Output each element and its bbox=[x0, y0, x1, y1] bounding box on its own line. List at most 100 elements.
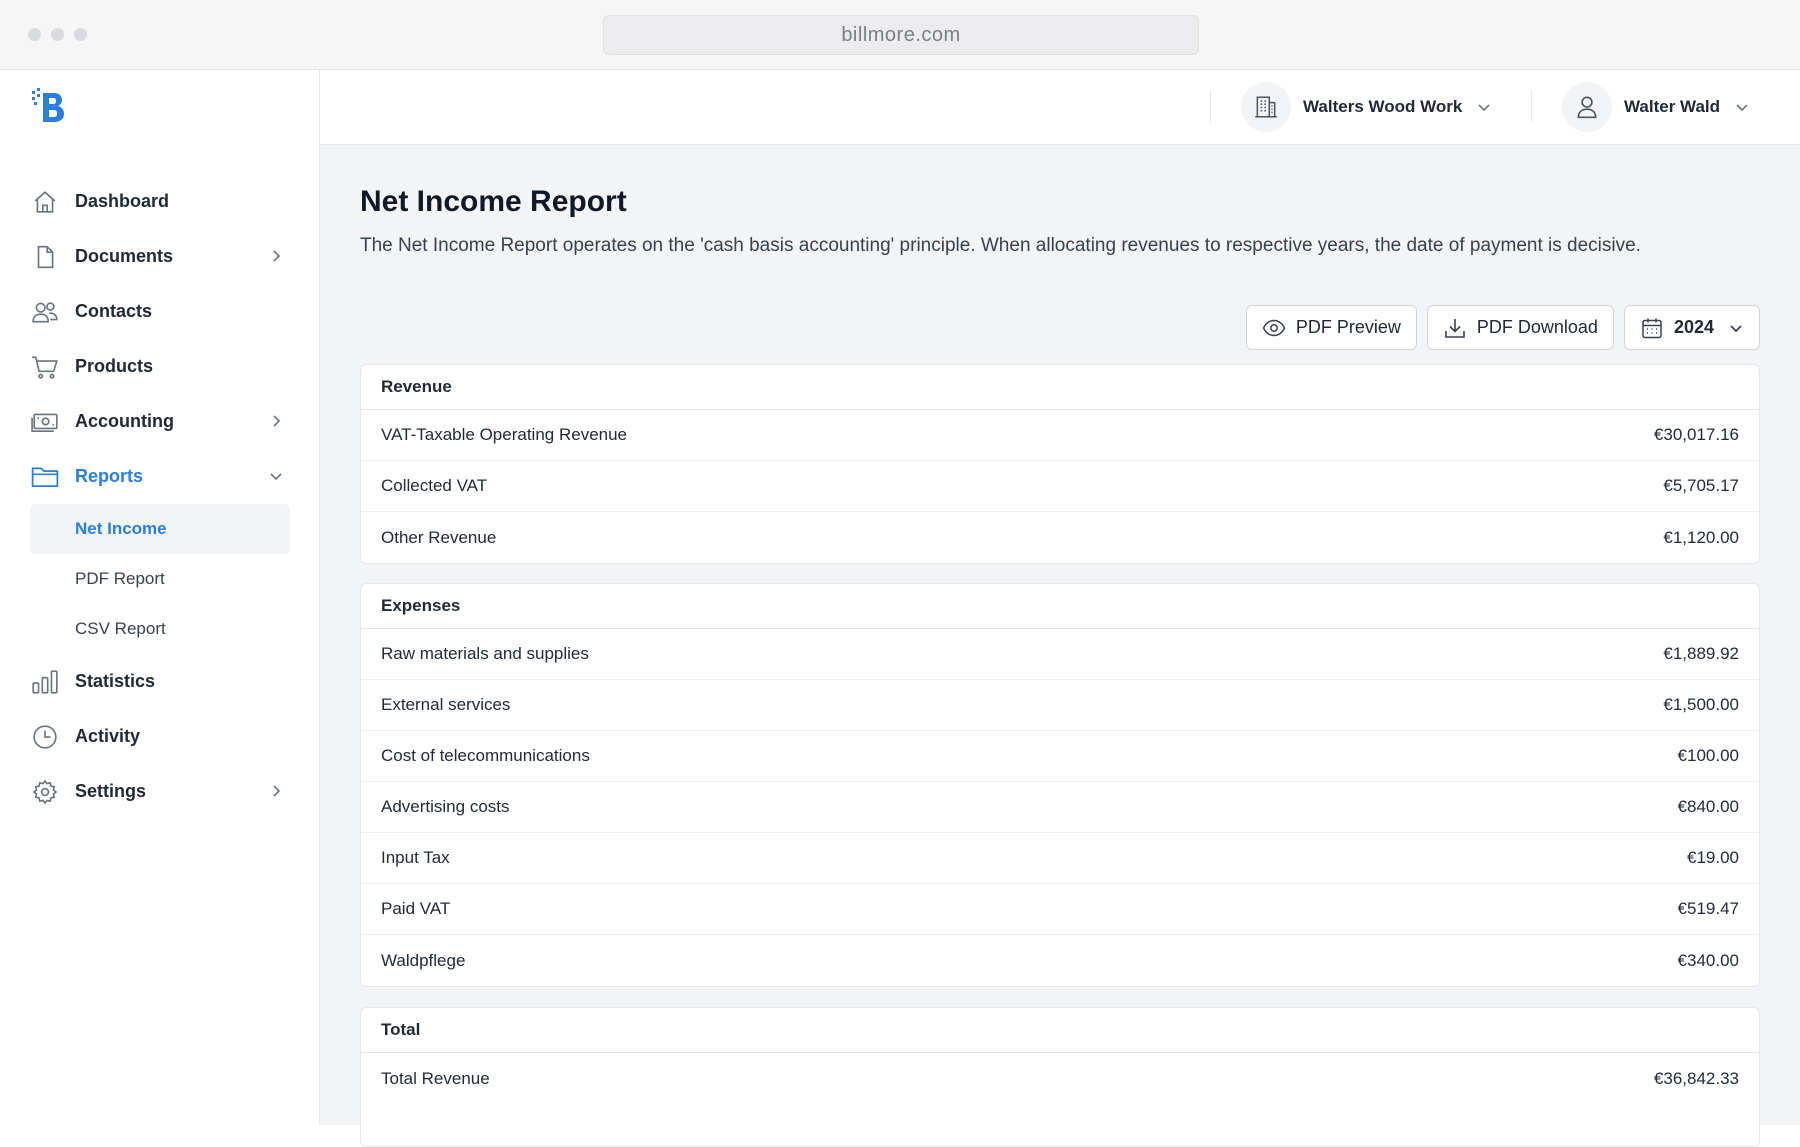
revenue-section: Revenue VAT-Taxable Operating Revenue €3… bbox=[360, 364, 1760, 564]
sidebar-item-documents[interactable]: Documents bbox=[30, 229, 290, 284]
minimize-window-dot[interactable] bbox=[51, 28, 64, 41]
pdf-preview-button[interactable]: PDF Preview bbox=[1245, 305, 1417, 350]
folder-icon bbox=[30, 462, 60, 492]
table-row: Raw materials and supplies €1,889.92 bbox=[361, 629, 1759, 680]
banknote-icon bbox=[30, 407, 60, 437]
sidebar-item-label: Accounting bbox=[75, 411, 174, 431]
user-menu[interactable]: Walter Wald bbox=[1562, 81, 1750, 133]
row-label: Waldpflege bbox=[381, 950, 466, 970]
table-row: VAT-Taxable Operating Revenue €30,017.16 bbox=[361, 410, 1759, 461]
page-title: Net Income Report bbox=[360, 185, 627, 218]
address-bar[interactable]: billmore.com bbox=[603, 15, 1199, 55]
section-heading: Total bbox=[361, 1008, 1759, 1053]
top-header: Walters Wood Work Walter Wald bbox=[320, 70, 1800, 145]
pdf-download-label: PDF Download bbox=[1476, 317, 1598, 337]
document-icon bbox=[30, 242, 60, 272]
users-icon bbox=[30, 297, 60, 327]
user-name: Walter Wald bbox=[1624, 97, 1721, 116]
sidebar-item-label: Dashboard bbox=[75, 191, 170, 211]
year-selector[interactable]: 2024 bbox=[1623, 305, 1760, 350]
window-controls bbox=[28, 28, 87, 41]
selected-year: 2024 bbox=[1673, 317, 1714, 337]
browser-chrome: billmore.com bbox=[0, 0, 1800, 70]
company-name: Walters Wood Work bbox=[1303, 97, 1463, 116]
row-amount: €19.00 bbox=[1687, 848, 1739, 867]
sidebar-item-activity[interactable]: Activity bbox=[30, 709, 290, 764]
row-amount: €36,842.33 bbox=[1653, 1068, 1739, 1088]
table-row: Advertising costs €840.00 bbox=[361, 782, 1759, 833]
gear-icon bbox=[30, 777, 60, 807]
row-amount: €1,889.92 bbox=[1663, 644, 1739, 663]
sidebar-item-settings[interactable]: Settings bbox=[30, 764, 290, 819]
sidebar-item-label: Contacts bbox=[75, 301, 153, 321]
page-description: The Net Income Report operates on the 'c… bbox=[360, 235, 1641, 256]
row-amount: €5,705.17 bbox=[1663, 476, 1739, 495]
row-amount: €1,500.00 bbox=[1663, 695, 1739, 714]
chevron-down-icon bbox=[1736, 104, 1748, 112]
sidebar: Dashboard Documents Contacts Products Ac… bbox=[0, 70, 320, 1125]
pdf-download-button[interactable]: PDF Download bbox=[1426, 305, 1614, 350]
header-divider bbox=[1210, 90, 1211, 122]
user-icon bbox=[1562, 82, 1612, 132]
sidebar-item-reports[interactable]: Reports bbox=[30, 449, 290, 504]
row-amount: €100.00 bbox=[1677, 746, 1739, 765]
sidebar-item-accounting[interactable]: Accounting bbox=[30, 394, 290, 449]
clock-icon bbox=[30, 722, 60, 752]
chevron-down-icon bbox=[1730, 324, 1742, 332]
sidebar-item-label: Activity bbox=[75, 726, 141, 746]
eye-icon bbox=[1262, 316, 1286, 340]
expenses-section: Expenses Raw materials and supplies €1,8… bbox=[360, 583, 1760, 987]
building-icon bbox=[1241, 82, 1291, 132]
main-navigation: Dashboard Documents Contacts Products Ac… bbox=[30, 174, 290, 819]
pdf-preview-label: PDF Preview bbox=[1295, 317, 1401, 337]
sidebar-item-label: Reports bbox=[75, 466, 144, 486]
maximize-window-dot[interactable] bbox=[74, 28, 87, 41]
chevron-right-icon bbox=[273, 415, 281, 427]
row-label: Total Revenue bbox=[381, 1068, 490, 1088]
row-label: Paid VAT bbox=[381, 899, 451, 918]
billmore-logo[interactable] bbox=[32, 88, 68, 124]
chevron-down-icon bbox=[1478, 104, 1490, 112]
sidebar-item-contacts[interactable]: Contacts bbox=[30, 284, 290, 339]
row-amount: €840.00 bbox=[1677, 797, 1739, 816]
table-row: Collected VAT €5,705.17 bbox=[361, 461, 1759, 512]
download-icon bbox=[1443, 316, 1467, 340]
row-amount: €519.47 bbox=[1677, 899, 1739, 918]
total-section: Total Total Revenue €36,842.33 bbox=[360, 1007, 1760, 1147]
table-row: Other Revenue €1,120.00 bbox=[361, 512, 1759, 563]
header-divider bbox=[1531, 90, 1532, 122]
table-row: Total Revenue €36,842.33 bbox=[361, 1053, 1759, 1104]
row-label: Raw materials and supplies bbox=[381, 644, 589, 663]
sidebar-item-statistics[interactable]: Statistics bbox=[30, 654, 290, 709]
home-icon bbox=[30, 187, 60, 217]
sidebar-subitem-net-income[interactable]: Net Income bbox=[30, 504, 290, 554]
row-amount: €1,120.00 bbox=[1663, 527, 1739, 547]
calendar-icon bbox=[1640, 316, 1664, 340]
section-heading: Expenses bbox=[361, 584, 1759, 629]
table-row: External services €1,500.00 bbox=[361, 680, 1759, 731]
chevron-down-icon bbox=[270, 473, 282, 481]
row-label: Other Revenue bbox=[381, 527, 497, 547]
close-window-dot[interactable] bbox=[28, 28, 41, 41]
sidebar-item-dashboard[interactable]: Dashboard bbox=[30, 174, 290, 229]
cart-icon bbox=[30, 352, 60, 382]
row-label: External services bbox=[381, 695, 511, 714]
sidebar-item-label: Products bbox=[75, 356, 154, 376]
sidebar-item-label: Documents bbox=[75, 246, 174, 266]
sidebar-item-label: Settings bbox=[75, 781, 147, 801]
table-row: Paid VAT €519.47 bbox=[361, 884, 1759, 935]
sidebar-item-products[interactable]: Products bbox=[30, 339, 290, 394]
bar-chart-icon bbox=[30, 667, 60, 697]
row-label: VAT-Taxable Operating Revenue bbox=[381, 425, 628, 444]
sidebar-subitem-csv-report[interactable]: CSV Report bbox=[30, 604, 290, 654]
chevron-right-icon bbox=[273, 785, 281, 797]
row-label: Advertising costs bbox=[381, 797, 510, 816]
main-content: Net Income Report The Net Income Report … bbox=[320, 145, 1800, 1147]
table-row: Cost of telecommunications €100.00 bbox=[361, 731, 1759, 782]
row-amount: €30,017.16 bbox=[1653, 425, 1739, 444]
table-row: Input Tax €19.00 bbox=[361, 833, 1759, 884]
chevron-right-icon bbox=[273, 250, 281, 262]
sidebar-subitem-pdf-report[interactable]: PDF Report bbox=[30, 554, 290, 604]
company-switcher[interactable]: Walters Wood Work bbox=[1241, 81, 1492, 133]
row-label: Collected VAT bbox=[381, 476, 488, 495]
